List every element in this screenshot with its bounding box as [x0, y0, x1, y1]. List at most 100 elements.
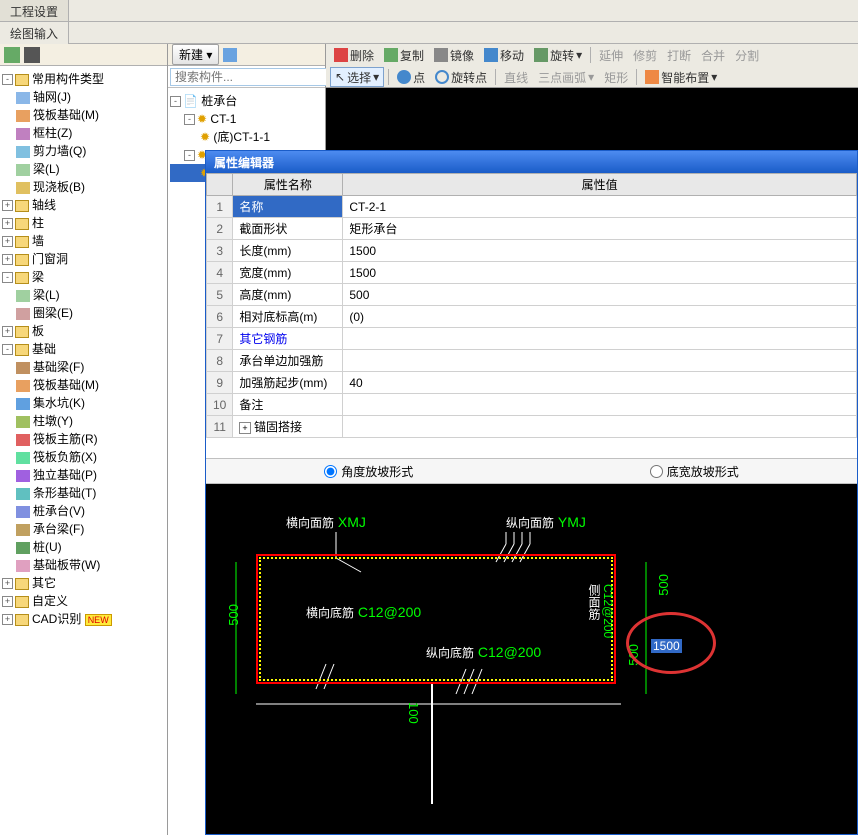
prop-name[interactable]: 加强筋起步(mm) — [233, 372, 343, 394]
search-input[interactable] — [170, 68, 335, 86]
prop-name[interactable]: 承台单边加强筋 — [233, 350, 343, 372]
tree-shear-wall[interactable]: 剪力墙(Q) — [33, 144, 86, 158]
tree-root[interactable]: 常用构件类型 — [32, 72, 104, 86]
tree-beam[interactable]: 梁(L) — [33, 162, 60, 176]
raft-icon — [16, 110, 30, 122]
break-button: 打断 — [663, 45, 695, 65]
column-icon — [16, 128, 30, 140]
prop-name[interactable]: 相对底标高(m) — [233, 306, 343, 328]
strip-found-icon — [16, 488, 30, 500]
smart-layout-button[interactable]: 智能布置 ▾ — [641, 67, 721, 87]
mid-tool-icon[interactable] — [223, 48, 237, 62]
prop-name[interactable]: 宽度(mm) — [233, 262, 343, 284]
tab-engineering-settings[interactable]: 工程设置 — [0, 0, 69, 21]
section-canvas[interactable]: 横向面筋 XMJ 纵向面筋 YMJ 横向底筋 C12@200 纵向底筋 C12@… — [206, 484, 857, 834]
dim-500-left: 500 — [226, 604, 241, 626]
tree-foundation[interactable]: 基础 — [32, 342, 56, 356]
tree-frame-col[interactable]: 框柱(Z) — [33, 126, 72, 140]
radio-angle-slope[interactable]: 角度放坡形式 — [324, 463, 413, 480]
radio-width-slope[interactable]: 底宽放坡形式 — [650, 463, 739, 480]
tree-slab-group[interactable]: 板 — [32, 324, 44, 338]
pier-icon — [16, 416, 30, 428]
prop-value[interactable] — [343, 350, 857, 372]
prop-value[interactable]: 40 — [343, 372, 857, 394]
tree-pier[interactable]: 柱墩(Y) — [33, 414, 73, 428]
delete-button[interactable]: 删除 — [330, 45, 378, 65]
tree-axis-grid[interactable]: 轴网(J) — [33, 90, 71, 104]
prop-value[interactable]: 1500 — [343, 240, 857, 262]
copy-button[interactable]: 复制 — [380, 45, 428, 65]
cursor-icon: ↖ — [335, 70, 345, 84]
tree-beam-l[interactable]: 梁(L) — [33, 288, 60, 302]
arc-button: 三点画弧 ▾ — [534, 67, 598, 87]
prop-value[interactable]: 矩形承台 — [343, 218, 857, 240]
tree-pile-cap[interactable]: 桩承台(V) — [33, 504, 85, 518]
tree-custom[interactable]: 自定义 — [32, 594, 68, 608]
prop-name[interactable]: 备注 — [233, 394, 343, 416]
rotation-point-button[interactable]: 旋转点 — [431, 67, 491, 87]
prop-name[interactable]: + 锚固搭接 — [233, 416, 343, 438]
split-button: 分割 — [731, 45, 763, 65]
sump-icon — [16, 398, 30, 410]
prop-value[interactable]: (0) — [343, 306, 857, 328]
tree-other[interactable]: 其它 — [32, 576, 56, 590]
point-button[interactable]: 点 — [393, 67, 429, 87]
dim-100: 100 — [406, 702, 421, 724]
raft2-icon — [16, 380, 30, 392]
prop-name[interactable]: 高度(mm) — [233, 284, 343, 306]
tree-raft-neg[interactable]: 筏板负筋(X) — [33, 450, 97, 464]
prop-value[interactable]: CT-2-1 — [343, 196, 857, 218]
mid-root[interactable]: 桩承台 — [201, 94, 237, 108]
prop-name[interactable]: 名称 — [233, 196, 343, 218]
property-grid[interactable]: 属性名称属性值 1名称CT-2-12截面形状矩形承台3长度(mm)15004宽度… — [206, 173, 857, 438]
pile-cap-icon — [16, 506, 30, 518]
prop-name[interactable]: 截面形状 — [233, 218, 343, 240]
tree-sump[interactable]: 集水坑(K) — [33, 396, 85, 410]
prop-name[interactable]: 长度(mm) — [233, 240, 343, 262]
tree-axis[interactable]: 轴线 — [32, 198, 56, 212]
select-button[interactable]: ↖ 选择 ▾ — [330, 67, 384, 87]
smart-icon — [645, 70, 659, 84]
tab-drawing-input[interactable]: 绘图输入 — [0, 22, 69, 44]
mirror-button[interactable]: 镜像 — [430, 45, 478, 65]
tree-cols[interactable]: 柱 — [32, 216, 44, 230]
tree-strip-found[interactable]: 条形基础(T) — [33, 486, 96, 500]
tree-pile[interactable]: 桩(U) — [33, 540, 62, 554]
new-badge: NEW — [85, 614, 112, 626]
tree-iso-found[interactable]: 独立基础(P) — [33, 468, 97, 482]
rotate-button[interactable]: 旋转 ▾ — [530, 45, 586, 65]
raft-neg-icon — [16, 452, 30, 464]
move-button[interactable]: 移动 — [480, 45, 528, 65]
extend-button: 延伸 — [595, 45, 627, 65]
prop-value[interactable] — [343, 328, 857, 350]
tree-beam-group[interactable]: 梁 — [32, 270, 44, 284]
tree-raft2[interactable]: 筏板基础(M) — [33, 378, 99, 392]
prop-value[interactable]: 1500 — [343, 262, 857, 284]
wall-icon — [16, 146, 30, 158]
tree-walls[interactable]: 墙 — [32, 234, 44, 248]
line-button: 直线 — [500, 67, 532, 87]
tree-raft-main[interactable]: 筏板主筋(R) — [33, 432, 98, 446]
pile-icon — [16, 542, 30, 554]
slab-icon — [16, 182, 30, 194]
tree-ring-beam[interactable]: 圈梁(E) — [33, 306, 73, 320]
mid-ct1[interactable]: CT-1 — [210, 112, 236, 126]
prop-value[interactable] — [343, 416, 857, 438]
left-tool-2[interactable] — [24, 47, 40, 63]
tree-slab[interactable]: 现浇板(B) — [33, 180, 85, 194]
left-tool-1[interactable] — [4, 47, 20, 63]
tree-found-strip[interactable]: 基础板带(W) — [33, 558, 100, 572]
tree-raft[interactable]: 筏板基础(M) — [33, 108, 99, 122]
prop-value[interactable] — [343, 394, 857, 416]
tree-openings[interactable]: 门窗洞 — [32, 252, 68, 266]
copy-icon — [384, 48, 398, 62]
prop-name[interactable]: 其它钢筋 — [233, 328, 343, 350]
new-button[interactable]: 新建 ▾ — [172, 44, 219, 65]
tree-cap-beam[interactable]: 承台梁(F) — [33, 522, 84, 536]
tree-found-beam[interactable]: 基础梁(F) — [33, 360, 84, 374]
component-tree[interactable]: -常用构件类型 轴网(J) 筏板基础(M) 框柱(Z) 剪力墙(Q) 梁(L) … — [0, 66, 167, 835]
tree-cad[interactable]: CAD识别 — [32, 612, 81, 626]
prop-value[interactable]: 500 — [343, 284, 857, 306]
rotate-icon — [534, 48, 548, 62]
mid-ct1-1[interactable]: (底)CT-1-1 — [213, 130, 270, 144]
